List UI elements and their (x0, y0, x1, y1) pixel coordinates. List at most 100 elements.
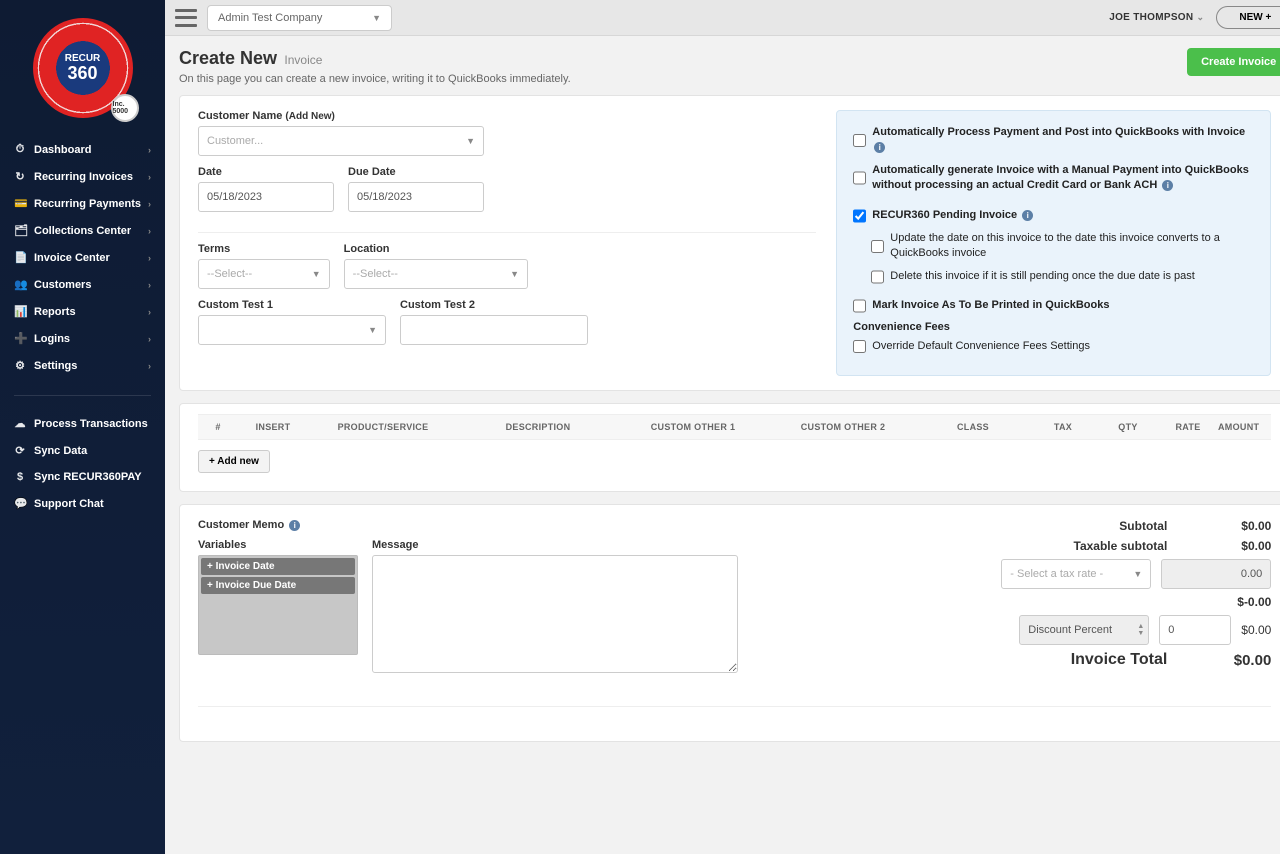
custom-test-1-select[interactable]: ▼ (198, 315, 386, 345)
variable-invoice-due-date[interactable]: + Invoice Due Date (201, 577, 355, 594)
sidebar-item-dashboard[interactable]: ⏱Dashboard› (0, 136, 165, 163)
company-select[interactable]: Admin Test Company ▼ (207, 5, 392, 31)
th-custom2: CUSTOM OTHER 2 (768, 422, 918, 432)
opt-manual-payment-label: Automatically generate Invoice with a Ma… (872, 163, 1254, 193)
logins-icon: ➕ (14, 332, 26, 345)
info-icon[interactable]: i (289, 520, 300, 531)
logo-text-top: RECUR (65, 53, 101, 64)
invoice-total-value: $0.00 (1181, 652, 1271, 669)
opt-override-fees-label: Override Default Convenience Fees Settin… (872, 339, 1090, 354)
caret-down-icon: ▼ (312, 269, 321, 279)
sidebar-item-recurring-invoices[interactable]: ↻ Recurring Invoices › (0, 163, 165, 190)
chevron-right-icon: › (148, 307, 151, 317)
opt-auto-process-checkbox[interactable] (853, 126, 866, 155)
bottom-divider (198, 706, 1271, 707)
discount-line-value: $0.00 (1241, 623, 1271, 637)
sidebar-item-settings[interactable]: ⚙Settings› (0, 352, 165, 379)
caret-down-icon: ▼ (466, 136, 475, 146)
tax-line-value: $-0.00 (1181, 595, 1271, 609)
opt-update-date-checkbox[interactable] (871, 232, 884, 261)
add-new-customer-link[interactable]: (Add New) (285, 111, 334, 122)
chevron-right-icon: › (148, 199, 151, 209)
discount-type-select[interactable]: Discount Percent▲▼ (1019, 615, 1149, 645)
terms-select[interactable]: --Select--▼ (198, 259, 330, 289)
info-icon[interactable]: i (1162, 180, 1173, 191)
th-amount: AMOUNT (1218, 422, 1271, 432)
chevron-right-icon: › (148, 361, 151, 371)
sidebar-item-logins[interactable]: ➕Logins› (0, 325, 165, 352)
custom-test-1-label: Custom Test 1 (198, 299, 386, 311)
card-icon: 💳 (14, 197, 26, 210)
tax-rate-select[interactable]: - Select a tax rate -▼ (1001, 559, 1151, 589)
cloud-icon: ☁ (14, 417, 26, 430)
info-icon[interactable]: i (874, 142, 885, 153)
opt-mark-printed-label: Mark Invoice As To Be Printed in QuickBo… (872, 298, 1109, 313)
opt-manual-payment-checkbox[interactable] (853, 164, 866, 193)
user-menu[interactable]: JOE THOMPSON ⌄ (1109, 12, 1204, 23)
opt-pending-checkbox[interactable] (853, 209, 866, 223)
sidebar-item-label: Reports (34, 306, 76, 318)
sidebar-sync-recur360pay[interactable]: $Sync RECUR360PAY (0, 464, 165, 490)
opt-override-fees-checkbox[interactable] (853, 340, 866, 354)
opt-pending-label: RECUR360 Pending Invoice i (872, 208, 1033, 223)
page-description: On this page you can create a new invoic… (179, 73, 571, 85)
sidebar-item-label: Invoice Center (34, 252, 110, 264)
sidebar-item-collections[interactable]: 🗂Collections Center› (0, 217, 165, 244)
sidebar-item-label: Recurring Invoices (34, 171, 133, 183)
chevron-right-icon: › (148, 280, 151, 290)
taxable-subtotal-label: Taxable subtotal (1074, 539, 1168, 553)
chevron-right-icon: › (148, 172, 151, 182)
opt-mark-printed-checkbox[interactable] (853, 299, 866, 313)
sidebar-sync-data[interactable]: ⟳Sync Data (0, 437, 165, 464)
terms-label: Terms (198, 243, 330, 255)
caret-down-icon: ▼ (372, 13, 381, 23)
sidebar-item-recurring-payments[interactable]: 💳 Recurring Payments › (0, 190, 165, 217)
totals-panel: Subtotal $0.00 Taxable subtotal $0.00 - … (911, 519, 1271, 676)
sidebar-item-invoice-center[interactable]: 📄Invoice Center› (0, 244, 165, 271)
due-date-label: Due Date (348, 166, 484, 178)
new-button[interactable]: NEW + (1216, 6, 1280, 29)
sidebar-item-label: Collections Center (34, 225, 131, 237)
sidebar-item-customers[interactable]: 👥Customers› (0, 271, 165, 298)
collections-icon: 🗂 (14, 224, 26, 237)
due-date-input[interactable] (348, 182, 484, 212)
customer-select[interactable]: Customer... ▼ (198, 126, 484, 156)
customer-placeholder: Customer... (207, 135, 263, 147)
topbar: Admin Test Company ▼ JOE THOMPSON ⌄ NEW … (165, 0, 1280, 36)
variables-label: Variables (198, 539, 358, 551)
opt-delete-pending-checkbox[interactable] (871, 270, 884, 284)
location-select[interactable]: --Select--▼ (344, 259, 528, 289)
recurring-icon: ↻ (14, 170, 26, 183)
th-number: # (198, 422, 238, 432)
create-invoice-button[interactable]: Create Invoice (1187, 48, 1280, 76)
sidebar-item-label: Recurring Payments (34, 198, 141, 210)
page-subtitle: Invoice (284, 53, 322, 67)
caret-down-icon: ▼ (1133, 569, 1142, 579)
invoice-total-label: Invoice Total (1071, 651, 1168, 669)
variable-invoice-date[interactable]: + Invoice Date (201, 558, 355, 575)
add-line-button[interactable]: + Add new (198, 450, 270, 473)
variables-list: + Invoice Date + Invoice Due Date (198, 555, 358, 655)
customer-name-label: Customer Name (Add New) (198, 110, 484, 122)
reports-icon: 📊 (14, 305, 26, 318)
th-product: PRODUCT/SERVICE (308, 422, 458, 432)
th-custom1: CUSTOM OTHER 1 (618, 422, 768, 432)
custom-test-2-input[interactable] (400, 315, 588, 345)
sidebar-support-chat[interactable]: 💬Support Chat (0, 490, 165, 517)
page-title: Create New (179, 48, 277, 68)
dollar-icon: $ (14, 471, 26, 483)
date-input[interactable] (198, 182, 334, 212)
date-label: Date (198, 166, 334, 178)
message-textarea[interactable] (372, 555, 738, 673)
info-icon[interactable]: i (1022, 210, 1033, 221)
sidebar: RECUR 360 Inc. 5000 ⏱Dashboard› ↻Recurri… (0, 0, 165, 854)
menu-toggle-icon[interactable] (175, 9, 197, 27)
sidebar-process-transactions[interactable]: ☁Process Transactions (0, 410, 165, 437)
taxable-subtotal-value: $0.00 (1181, 539, 1271, 553)
discount-value-input[interactable] (1159, 615, 1231, 645)
sidebar-item-reports[interactable]: 📊 Reports › (0, 298, 165, 325)
sidebar-divider (14, 395, 151, 396)
sidebar-item-label: Logins (34, 333, 70, 345)
company-select-value: Admin Test Company (218, 12, 322, 24)
convenience-fees-heading: Convenience Fees (853, 321, 1254, 333)
